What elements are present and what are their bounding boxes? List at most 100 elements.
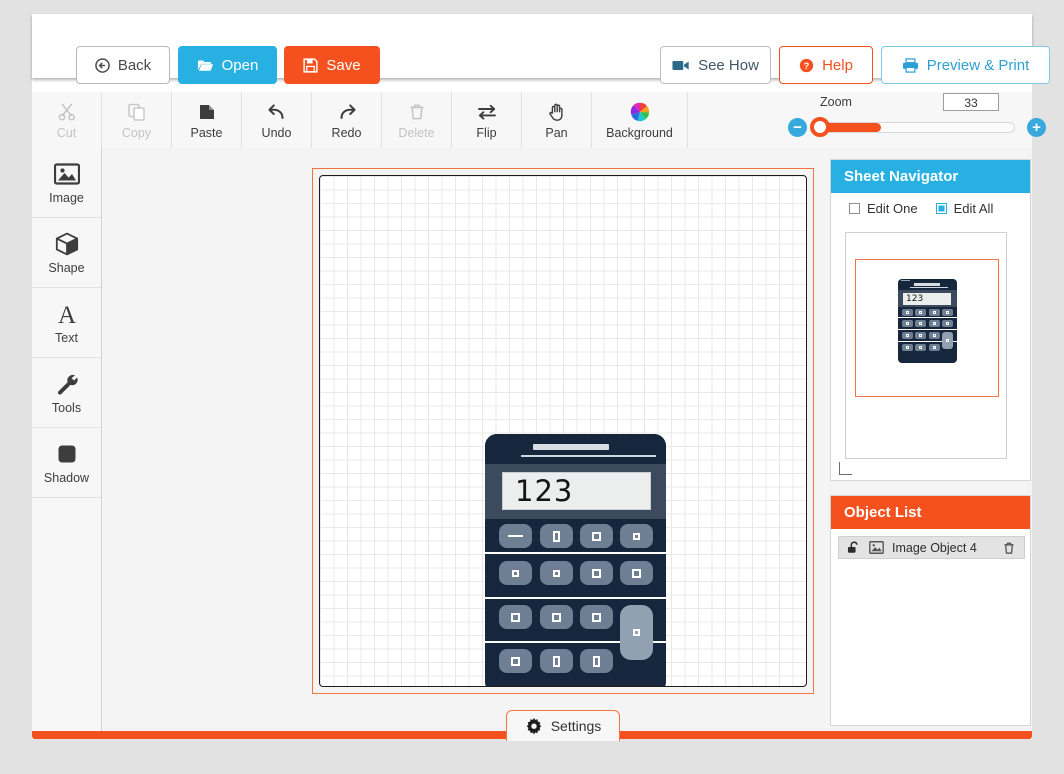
open-button[interactable]: Open	[178, 46, 277, 84]
thumbnail-key	[929, 309, 940, 316]
thumbnail-key	[915, 344, 926, 351]
zoom-control: Zoom 33 − +	[758, 92, 1046, 148]
calculator-key	[499, 561, 532, 585]
redo-arrow-icon	[336, 101, 358, 123]
thumbnail-key	[942, 309, 953, 316]
see-how-button[interactable]: See How	[660, 46, 771, 84]
ribbon-background-button[interactable]: Background	[592, 92, 688, 148]
open-button-label: Open	[221, 56, 259, 74]
edit-all-checkbox[interactable]	[935, 202, 947, 214]
letter-a-icon: A	[55, 301, 79, 327]
thumbnail-calculator: 123	[898, 279, 957, 363]
ribbon-background-label: Background	[606, 125, 673, 140]
zoom-value-input[interactable]: 33	[943, 93, 999, 111]
edit-one-label[interactable]: Edit One	[867, 201, 918, 216]
thumbnail-key	[929, 344, 940, 351]
calculator-screen-band: 123	[485, 464, 666, 519]
image-icon	[53, 161, 80, 187]
ribbon-redo-button[interactable]: Redo	[312, 92, 382, 148]
panel-resize-handle[interactable]	[839, 462, 852, 475]
design-sheet[interactable]: 123	[319, 175, 807, 687]
printer-icon	[902, 57, 919, 73]
ribbon-paste-button[interactable]: Paste	[172, 92, 242, 148]
ribbon-delete-button[interactable]: Delete	[382, 92, 452, 148]
calculator-key	[540, 605, 573, 629]
hand-icon	[547, 101, 567, 123]
sidebar-item-shadow-label: Shadow	[43, 470, 90, 485]
question-mark-icon: ?	[799, 58, 814, 73]
calculator-key	[540, 649, 573, 673]
calculator-key	[580, 524, 613, 548]
edit-ribbon: Cut Copy Paste Undo Redo Delete Flip Pan…	[32, 92, 1046, 149]
ribbon-undo-button[interactable]: Undo	[242, 92, 312, 148]
sidebar-item-image[interactable]: Image	[32, 148, 101, 218]
calculator-top	[485, 434, 666, 464]
undo-arrow-icon	[266, 101, 288, 123]
thumbnail-key	[929, 320, 940, 327]
trash-icon	[407, 101, 427, 123]
sidebar-item-shape[interactable]: Shape	[32, 218, 101, 288]
ribbon-cut-button[interactable]: Cut	[32, 92, 102, 148]
design-canvas[interactable]: 123	[102, 148, 829, 739]
object-list-row[interactable]: Image Object 4	[838, 536, 1025, 559]
sidebar-item-tools[interactable]: Tools	[32, 358, 101, 428]
save-button-label: Save	[326, 56, 361, 74]
ribbon-flip-label: Flip	[476, 125, 497, 140]
object-list-title: Object List	[831, 496, 1030, 529]
calculator-illustration[interactable]: 123	[485, 434, 666, 686]
zoom-out-button[interactable]: −	[788, 118, 807, 137]
back-button[interactable]: Back	[76, 46, 170, 84]
save-button[interactable]: Save	[284, 46, 380, 84]
thumbnail-key	[902, 344, 913, 351]
ribbon-delete-label: Delete	[398, 125, 435, 140]
thumbnail-hairline	[910, 287, 948, 288]
thumbnail-key	[902, 320, 913, 327]
svg-text:A: A	[57, 302, 75, 326]
sheet-navigator-panel: Sheet Navigator Edit One Edit All 123	[830, 159, 1031, 481]
thumbnail-key	[915, 309, 926, 316]
application-window: Back Open Save See How ? Help Preview & …	[32, 14, 1050, 741]
thumbnail-divider	[898, 329, 957, 330]
ribbon-cut-label: Cut	[56, 125, 77, 140]
calculator-key	[540, 524, 573, 548]
edit-one-checkbox[interactable]	[849, 202, 860, 214]
folder-open-icon	[197, 58, 214, 73]
thumbnail-screen-band: 123	[898, 290, 957, 307]
ribbon-copy-label: Copy	[121, 125, 152, 140]
edit-all-label[interactable]: Edit All	[954, 201, 994, 216]
preview-print-button[interactable]: Preview & Print	[881, 46, 1050, 84]
sidebar-item-text[interactable]: A Text	[32, 288, 101, 358]
clipboard-icon	[197, 101, 217, 123]
ribbon-copy-button[interactable]: Copy	[102, 92, 172, 148]
thumbnail-key	[929, 332, 940, 339]
zoom-slider-track[interactable]	[815, 122, 1015, 133]
thumbnail-keypad	[898, 308, 957, 363]
settings-tab-label: Settings	[550, 718, 602, 734]
zoom-in-button[interactable]: +	[1027, 118, 1046, 137]
ribbon-pan-label: Pan	[545, 125, 568, 140]
object-list-panel: Object List Image Object 4	[830, 495, 1031, 726]
trash-icon[interactable]	[1002, 541, 1016, 555]
thumbnail-key-enter	[942, 332, 953, 349]
sidebar-item-shadow[interactable]: Shadow	[32, 428, 101, 498]
ribbon-pan-button[interactable]: Pan	[522, 92, 592, 148]
gear-icon	[525, 717, 543, 735]
ribbon-undo-label: Undo	[261, 125, 292, 140]
thumbnail-key	[902, 309, 913, 316]
object-list-row-name: Image Object 4	[892, 540, 977, 555]
sheet-thumbnail[interactable]: 123	[845, 232, 1007, 459]
calculator-key-enter	[620, 605, 653, 660]
settings-tab[interactable]: Settings	[506, 710, 620, 741]
ribbon-flip-button[interactable]: Flip	[452, 92, 522, 148]
calculator-hairline	[521, 455, 656, 457]
calculator-key	[499, 605, 532, 629]
zoom-slider-handle[interactable]	[810, 117, 830, 137]
help-button[interactable]: ? Help	[779, 46, 873, 84]
sidebar-item-shape-label: Shape	[48, 260, 85, 275]
thumbnail-speaker	[914, 283, 940, 286]
thumbnail-display: 123	[903, 293, 951, 305]
edit-mode-row: Edit One Edit All	[831, 193, 1030, 223]
unlock-icon[interactable]	[847, 541, 861, 554]
sidebar-item-text-label: Text	[55, 330, 78, 345]
floppy-disk-icon	[303, 57, 318, 73]
